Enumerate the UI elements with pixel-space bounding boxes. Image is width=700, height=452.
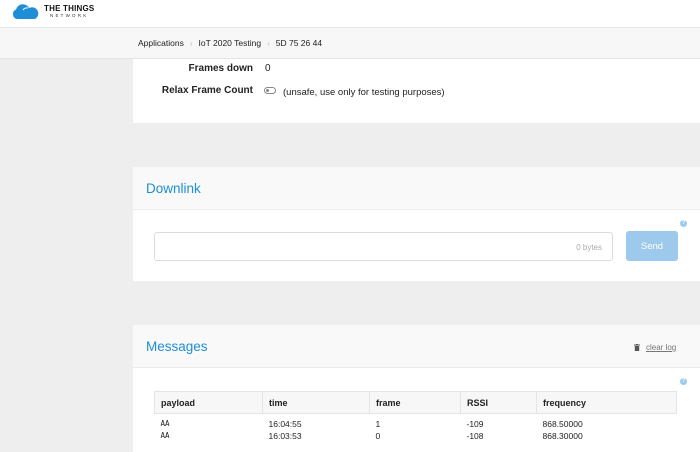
relax-frame-count-label: Relax Frame Count: [161, 85, 253, 96]
cell-payload: AA: [160, 419, 170, 429]
column-payload[interactable]: payload: [154, 391, 263, 414]
help-icon[interactable]: ?: [680, 220, 687, 227]
cell-rssi: -108: [466, 430, 484, 441]
cell-frame: 0: [375, 430, 381, 441]
messages-table: payload time frame RSSI frequency AA 16:…: [154, 391, 677, 442]
ttn-logo[interactable]: THE THINGS NETWORK: [10, 4, 94, 20]
payload-input[interactable]: 0 bytes: [154, 232, 613, 261]
table-row[interactable]: AA 16:03:53 0 -108 868.30000: [155, 430, 677, 442]
breadcrumb-bar: Applications › IoT 2020 Testing › 5D 75 …: [0, 28, 700, 59]
cell-time: 16:03:53: [268, 430, 302, 441]
cell-frame: 1: [375, 418, 381, 429]
help-icon[interactable]: ?: [680, 378, 687, 385]
cell-frequency: 868.50000: [542, 418, 583, 429]
chevron-right-icon: ›: [189, 38, 193, 48]
top-bar: THE THINGS NETWORK: [0, 0, 700, 28]
cloud-logo-icon: [12, 4, 39, 19]
chevron-right-icon: ›: [267, 38, 270, 48]
table-header-row: payload time frame RSSI frequency: [154, 391, 677, 414]
messages-card: Messages clear log ? payload time frame …: [133, 325, 700, 452]
relax-frame-count-hint: (unsafe, use only for testing purposes): [283, 87, 445, 98]
cell-rssi: -109: [466, 418, 484, 429]
breadcrumb-device[interactable]: 5D 75 26 44: [276, 38, 322, 48]
trash-icon: [634, 344, 640, 351]
logo-subtitle: NETWORK: [50, 13, 89, 19]
breadcrumb-application[interactable]: IoT 2020 Testing: [199, 38, 262, 48]
frames-down-label: Frames down: [188, 63, 253, 74]
column-frequency[interactable]: frequency: [536, 391, 677, 414]
relax-frame-count-toggle[interactable]: [264, 87, 276, 94]
breadcrumb-applications[interactable]: Applications: [138, 38, 184, 48]
messages-header: Messages clear log: [133, 325, 700, 368]
logo-title: THE THINGS: [44, 4, 95, 14]
messages-title: Messages: [146, 339, 208, 354]
column-frame[interactable]: frame: [369, 391, 461, 414]
frame-counters-card: Frames down 0 Relax Frame Count (unsafe,…: [133, 59, 700, 123]
cell-payload: AA: [160, 431, 170, 440]
column-rssi[interactable]: RSSI: [460, 391, 537, 414]
cell-frequency: 868.30000: [542, 430, 583, 441]
downlink-header: Downlink: [133, 167, 700, 210]
table-row[interactable]: AA 16:04:55 1 -109 868.50000: [155, 414, 677, 430]
breadcrumb: Applications › IoT 2020 Testing › 5D 75 …: [138, 38, 322, 48]
frames-down-row: Frames down 0: [133, 63, 271, 74]
downlink-title: Downlink: [146, 181, 201, 196]
column-time[interactable]: time: [262, 391, 370, 414]
clear-log-label: clear log: [646, 343, 677, 352]
cell-time: 16:04:55: [268, 418, 302, 429]
frames-down-value: 0: [265, 63, 271, 74]
byte-count: 0 bytes: [576, 243, 602, 252]
relax-frame-count-row: Relax Frame Count (unsafe, use only for …: [133, 85, 445, 98]
clear-log-button[interactable]: clear log: [634, 343, 676, 352]
send-button[interactable]: Send: [626, 231, 678, 261]
downlink-card: Downlink ? 0 bytes Send: [133, 167, 700, 281]
